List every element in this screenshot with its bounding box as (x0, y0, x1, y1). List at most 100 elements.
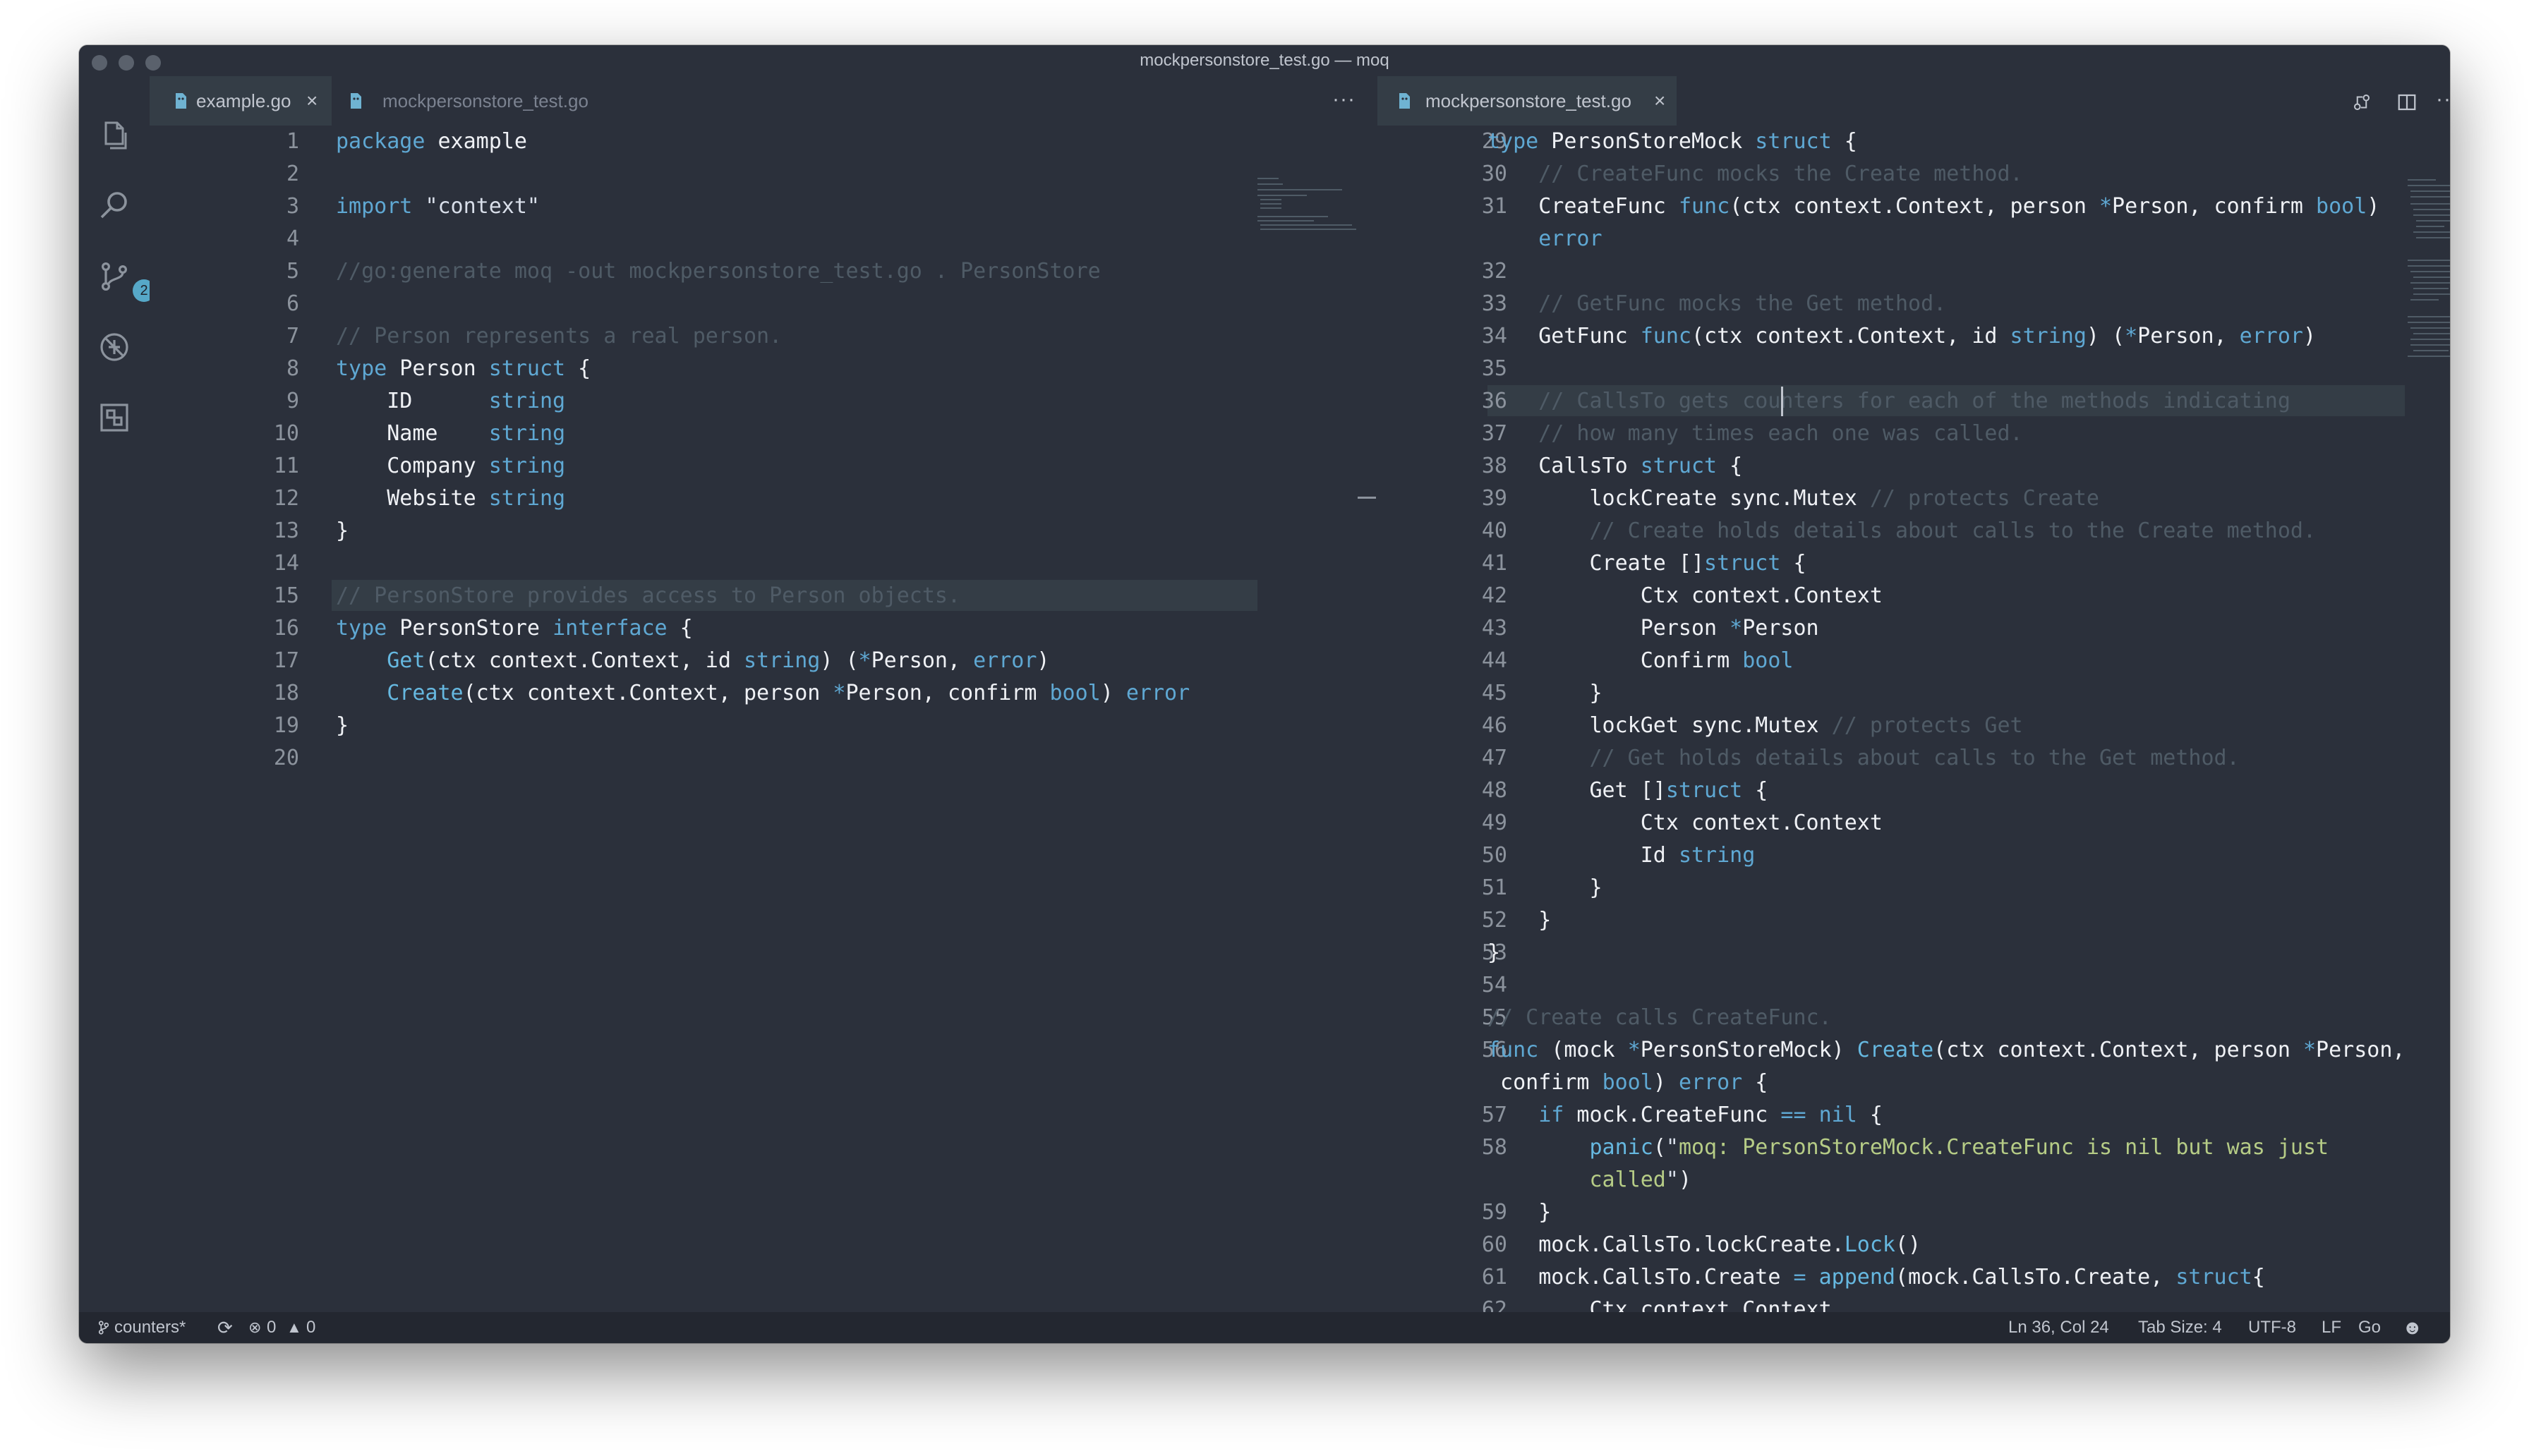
code-text: mock.CallsTo.Create = append(mock.CallsT… (1487, 1265, 2265, 1290)
close-window-button[interactable] (92, 55, 107, 71)
code-text: } (336, 518, 349, 543)
split-editor-icon[interactable] (2396, 92, 2418, 113)
code-line[interactable]: 36 // CallsTo gets counters for each of … (1377, 385, 2450, 418)
more-actions-icon[interactable]: ··· (2436, 76, 2450, 123)
code-line[interactable]: 40 // Create holds details about calls t… (1377, 515, 2450, 547)
minimap-left[interactable] (1255, 175, 1356, 260)
code-line[interactable]: 6 (150, 288, 1377, 320)
code-line[interactable]: 58 panic("moq: PersonStoreMock.CreateFun… (1377, 1132, 2450, 1164)
code-line[interactable]: 48 Get []struct { (1377, 775, 2450, 807)
code-line[interactable]: 4 (150, 223, 1377, 255)
code-line[interactable]: 49 Ctx context.Context (1377, 807, 2450, 839)
code-line[interactable]: 34 GetFunc func(ctx context.Context, id … (1377, 320, 2450, 353)
code-line[interactable]: 56 func (mock *PersonStoreMock) Create(ct… (1377, 1034, 2450, 1067)
code-line[interactable]: 46 lockGet sync.Mutex // protects Get (1377, 710, 2450, 742)
minimap-right[interactable] (2405, 175, 2450, 457)
code-line[interactable]: 59 } (1377, 1196, 2450, 1229)
tab-mockpersonstore-right[interactable]: mockpersonstore_test.go × (1377, 76, 1677, 126)
code-line[interactable]: 54 (1377, 969, 2450, 1002)
explorer-icon[interactable] (97, 119, 131, 152)
code-line[interactable]: 43 Person *Person (1377, 612, 2450, 645)
maximize-window-button[interactable] (145, 55, 161, 71)
code-text: error (1538, 226, 1602, 251)
code-line[interactable]: 3 import "context" (150, 190, 1377, 223)
line-number: 17 (273, 648, 299, 673)
code-editor-left[interactable]: 1 package example 2 3 import "context" 4 5 //go… (150, 126, 1377, 1312)
more-actions-icon[interactable]: ··· (1332, 76, 1356, 123)
encoding[interactable]: UTF-8 (2248, 1312, 2296, 1343)
line-ending[interactable]: LF (2322, 1312, 2341, 1343)
code-line[interactable]: 29 type PersonStoreMock struct { (1377, 126, 2450, 158)
line-number: 1 (286, 129, 299, 154)
code-line[interactable]: called") (1377, 1164, 2450, 1196)
code-line[interactable]: 50 Id string (1377, 839, 2450, 872)
code-line[interactable]: 57 if mock.CreateFunc == nil { (1377, 1099, 2450, 1132)
code-line[interactable]: 45 } (1377, 677, 2450, 710)
code-line[interactable]: 55// Create calls CreateFunc. (1377, 1002, 2450, 1034)
code-line[interactable]: 41 Create []struct { (1377, 547, 2450, 580)
code-line[interactable]: 2 (150, 158, 1377, 190)
code-line[interactable]: 12 Website string (150, 483, 1377, 515)
tab-example-go[interactable]: example.go × (150, 76, 332, 126)
text-cursor (1781, 387, 1783, 416)
feedback-smiley-icon[interactable]: ☻ (2402, 1312, 2422, 1343)
code-line[interactable]: 18 Create(ctx context.Context, person *P… (150, 677, 1377, 710)
source-control-icon[interactable]: 2 (97, 260, 155, 302)
extensions-icon[interactable] (97, 401, 131, 435)
code-line[interactable]: 39 lockCreate sync.Mutex // protects Cre… (1377, 483, 2450, 515)
close-tab-icon[interactable]: × (1654, 76, 1665, 126)
code-line[interactable]: 31 CreateFunc func(ctx context.Context, … (1377, 190, 2450, 223)
line-number: 2 (286, 162, 299, 186)
code-line[interactable]: 32 (1377, 255, 2450, 288)
code-line[interactable]: 47 // Get holds details about calls to t… (1377, 742, 2450, 775)
sash-handle[interactable] (1358, 497, 1376, 499)
code-line[interactable]: 1 package example (150, 126, 1377, 158)
code-line[interactable]: 8 type Person struct { (150, 353, 1377, 385)
code-line[interactable]: 61 mock.CallsTo.Create = append(mock.Cal… (1377, 1261, 2450, 1294)
code-line[interactable]: 60 mock.CallsTo.lockCreate.Lock() (1377, 1229, 2450, 1261)
open-changes-icon[interactable] (2351, 92, 2372, 113)
tab-mockpersonstore-left[interactable]: mockpersonstore_test.go (333, 76, 629, 126)
code-line[interactable]: 52 } (1377, 904, 2450, 937)
code-line[interactable]: 16 type PersonStore interface { (150, 612, 1377, 645)
code-line[interactable]: error (1377, 223, 2450, 255)
code-line[interactable]: 51 } (1377, 872, 2450, 904)
code-line[interactable]: 35 (1377, 353, 2450, 385)
code-line[interactable]: 20 (150, 742, 1377, 775)
search-icon[interactable] (97, 189, 131, 223)
code-line[interactable]: 30 // CreateFunc mocks the Create method… (1377, 158, 2450, 190)
code-line[interactable]: 42 Ctx context.Context (1377, 580, 2450, 612)
line-number: 13 (273, 518, 299, 543)
code-text: Confirm bool (1487, 648, 1794, 673)
code-line[interactable]: confirm bool) error { (1377, 1067, 2450, 1099)
sync-icon[interactable]: ⟳ (217, 1312, 233, 1343)
code-text: type Person struct { (336, 356, 591, 381)
code-editor-right[interactable]: 29 type PersonStoreMock struct {30 // Cre… (1377, 126, 2450, 1312)
code-text: // Create calls CreateFunc. (1487, 1005, 1832, 1030)
minimize-window-button[interactable] (119, 55, 134, 71)
code-line[interactable]: 14 (150, 547, 1377, 580)
line-number: 32 (1481, 259, 1507, 284)
code-line[interactable]: 15 // PersonStore provides access to Pers… (150, 580, 1377, 612)
code-line[interactable]: 19} (150, 710, 1377, 742)
code-line[interactable]: 53} (1377, 937, 2450, 969)
status-bar: counters* ⟳ ⊗ 0 ▲ 0 Ln 36, Col 24 Tab Si… (79, 1312, 2450, 1343)
code-line[interactable]: 38 CallsTo struct { (1377, 450, 2450, 483)
code-line[interactable]: 5 //go:generate moq -out mockpersonstore_… (150, 255, 1377, 288)
code-line[interactable]: 11 Company string (150, 450, 1377, 483)
code-line[interactable]: 62 Ctx context.Context (1377, 1294, 2450, 1312)
tab-size[interactable]: Tab Size: 4 (2138, 1312, 2222, 1343)
cursor-position[interactable]: Ln 36, Col 24 (2008, 1312, 2109, 1343)
code-line[interactable]: 13} (150, 515, 1377, 547)
code-text: Create(ctx context.Context, person *Pers… (387, 681, 1190, 705)
code-line[interactable]: 10 Name string (150, 418, 1377, 450)
close-tab-icon[interactable]: × (306, 76, 318, 126)
code-line[interactable]: 37 // how many times each one was called… (1377, 418, 2450, 450)
code-line[interactable]: 17 Get(ctx context.Context, id string) (… (150, 645, 1377, 677)
code-line[interactable]: 33 // GetFunc mocks the Get method. (1377, 288, 2450, 320)
code-line[interactable]: 9 ID string (150, 385, 1377, 418)
language-mode[interactable]: Go (2358, 1312, 2381, 1343)
code-line[interactable]: 7 // Person represents a real person. (150, 320, 1377, 353)
code-line[interactable]: 44 Confirm bool (1377, 645, 2450, 677)
debug-icon[interactable] (97, 330, 131, 364)
